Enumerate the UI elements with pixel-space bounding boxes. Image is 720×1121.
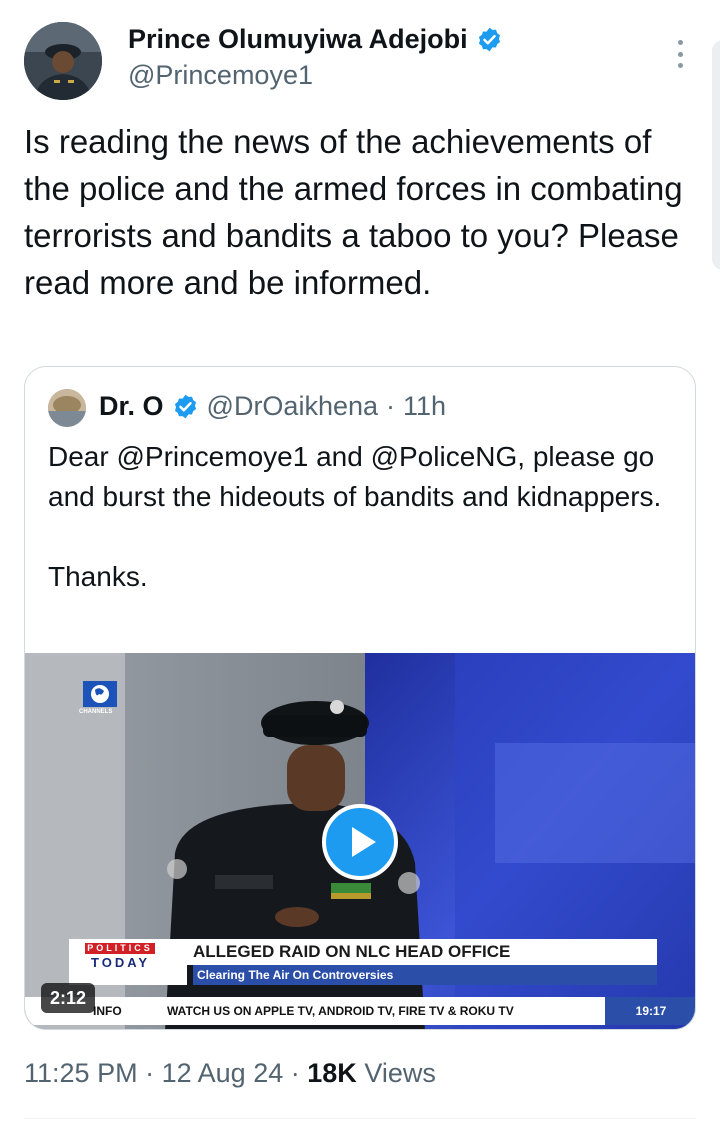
author-handle[interactable]: @Princemoye1: [128, 60, 313, 91]
more-vertical-icon[interactable]: [670, 34, 690, 74]
quote-avatar-image: [48, 389, 86, 427]
quoted-tweet-card[interactable]: Dr. O @DrOaikhena · 11h Dear @Princemoye…: [24, 366, 696, 1030]
program-bottom: TODAY: [91, 955, 151, 970]
lower-third: POLITICS TODAY ALLEGED RAID ON NLC HEAD …: [69, 939, 657, 985]
author-name-text: Prince Olumuyiwa Adejobi: [128, 24, 468, 54]
tweet-date[interactable]: 12 Aug 24: [162, 1058, 284, 1088]
timestamp-separator: ·: [145, 1058, 155, 1088]
tweet-timestamp-row: 11:25 PM · 12 Aug 24 · 18K Views: [24, 1058, 436, 1089]
program-brand: POLITICS TODAY: [69, 939, 187, 985]
more-dot: [677, 40, 683, 45]
channels-logo-icon: [83, 681, 117, 707]
quote-text: Dear @Princemoye1 and @PoliceNG, please …: [48, 441, 662, 592]
ticker-text: WATCH US ON APPLE TV, ANDROID TV, FIRE T…: [167, 1004, 514, 1018]
quote-time-ago[interactable]: 11h: [403, 391, 446, 422]
verified-badge-icon: [174, 394, 196, 419]
tweet-time[interactable]: 11:25 PM: [24, 1058, 138, 1088]
author-avatar-image: [24, 22, 102, 100]
video-headline: ALLEGED RAID ON NLC HEAD OFFICE: [187, 939, 657, 965]
quote-header: Dr. O @DrOaikhena · 11h: [99, 391, 446, 422]
news-ticker: INFO WATCH US ON APPLE TV, ANDROID TV, F…: [25, 997, 695, 1025]
quote-author-avatar[interactable]: [48, 389, 86, 427]
channel-label: CHANNELS: [79, 709, 113, 715]
tweet-text: Is reading the news of the achievements …: [24, 123, 683, 301]
video-player[interactable]: CHANNELS POLITICS TODAY ALLEGED RAID ON …: [25, 653, 695, 1029]
divider: [24, 1118, 696, 1119]
side-panel-edge: [712, 40, 720, 270]
timestamp-separator: ·: [290, 1058, 300, 1088]
views-label: Views: [364, 1058, 436, 1088]
more-dot: [677, 51, 683, 57]
verified-badge-icon: [478, 27, 500, 52]
views-count[interactable]: 18K: [307, 1058, 357, 1088]
quote-separator: ·: [386, 391, 396, 421]
ticker-label: INFO: [93, 1004, 122, 1018]
program-top: POLITICS: [85, 943, 155, 954]
author-name[interactable]: Prince Olumuyiwa Adejobi: [128, 24, 503, 55]
video-duration-badge: 2:12: [41, 983, 96, 1013]
video-subheadline: Clearing The Air On Controversies: [193, 965, 657, 985]
ticker-clock: 19:17: [605, 997, 695, 1025]
play-icon[interactable]: [321, 803, 399, 881]
author-avatar[interactable]: [24, 22, 102, 100]
quote-author-handle[interactable]: @DrOaikhena: [207, 391, 378, 422]
quote-author-name[interactable]: Dr. O: [99, 391, 164, 422]
tweet-detail-page: Prince Olumuyiwa Adejobi @Princemoye1 Is…: [0, 0, 720, 1121]
more-dot: [677, 63, 683, 68]
